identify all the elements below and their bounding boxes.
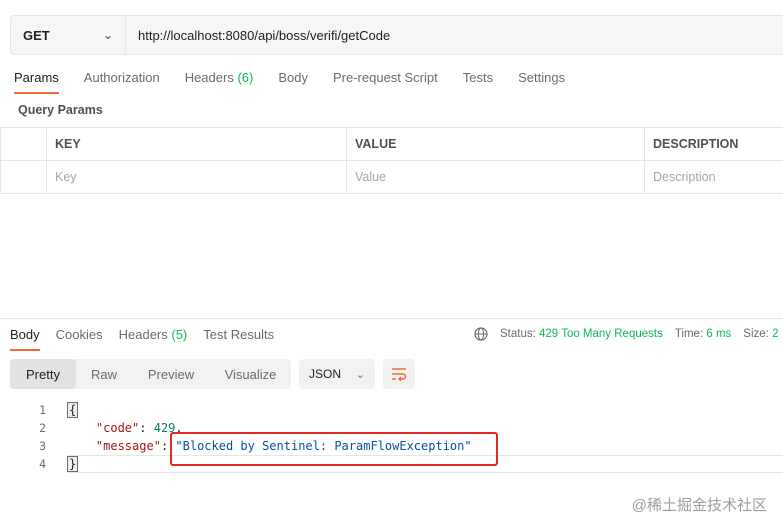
tab-label: Headers (118, 327, 168, 342)
response-tab-test-results[interactable]: Test Results (203, 327, 274, 351)
tab-params[interactable]: Params (14, 68, 59, 94)
format-select[interactable]: JSON ⌄ (299, 359, 375, 389)
url-input[interactable]: http://localhost:8080/api/boss/verifi/ge… (126, 16, 783, 54)
checkbox-column (0, 127, 47, 161)
tab-tests[interactable]: Tests (463, 68, 493, 94)
size-value: 2 (772, 328, 779, 340)
tab-label: Tests (462, 70, 494, 85)
method-select[interactable]: GET ⌄ (11, 16, 126, 54)
response-headers-count: (5) (171, 327, 188, 342)
code-line: 1 { (0, 401, 783, 419)
time-label: Time: (674, 328, 704, 340)
tab-settings[interactable]: Settings (518, 68, 565, 94)
view-raw-button[interactable]: Raw (76, 359, 132, 389)
response-status: Status: 429 Too Many Requests Time: 6 ms… (474, 327, 778, 341)
watermark: @稀土掘金技术社区 (631, 497, 767, 514)
json-key: "code" (95, 421, 140, 435)
format-label: JSON (309, 367, 342, 381)
table-header-row: KEY VALUE DESCRIPTION (0, 127, 783, 161)
view-mode-group: Pretty Raw Preview Visualize (10, 359, 291, 389)
description-input[interactable]: Description (644, 160, 783, 194)
tab-label: Test Results (203, 327, 275, 342)
view-visualize-button[interactable]: Visualize (210, 359, 291, 389)
json-sep: : (139, 421, 154, 435)
tab-authorization[interactable]: Authorization (84, 68, 160, 94)
headers-count: (6) (237, 70, 254, 85)
view-preview-button[interactable]: Preview (132, 359, 210, 389)
table-row: Key Value Description (0, 160, 783, 194)
line-number: 3 (39, 439, 46, 453)
code-text: } (67, 455, 79, 473)
wrap-lines-button[interactable] (383, 359, 415, 389)
tab-label: Headers (184, 70, 234, 85)
chevron-down-icon: ⌄ (355, 368, 365, 381)
chevron-down-icon: ⌄ (102, 28, 113, 42)
query-params-title: Query Params (18, 103, 103, 117)
code-text: "code": 429, (67, 419, 183, 437)
open-brace: { (67, 402, 79, 418)
key-input[interactable]: Key (46, 160, 347, 194)
tab-headers[interactable]: Headers (6) (185, 68, 254, 94)
size-label: Size: (743, 328, 769, 340)
tab-label: Authorization (83, 70, 160, 85)
wrap-lines-icon (392, 368, 407, 381)
request-tabs: Params Authorization Headers (6) Body Pr… (14, 68, 590, 94)
tab-label: Pre-request Script (332, 70, 438, 85)
column-description: DESCRIPTION (644, 127, 783, 161)
annotation-highlight-box (170, 432, 498, 466)
column-key: KEY (46, 127, 347, 161)
globe-icon[interactable] (474, 327, 488, 341)
status-label: Status: (500, 328, 536, 340)
close-brace: } (67, 456, 79, 472)
row-checkbox[interactable] (0, 160, 47, 194)
request-bar: GET ⌄ http://localhost:8080/api/boss/ver… (10, 15, 783, 55)
view-pretty-button[interactable]: Pretty (10, 359, 76, 389)
response-tab-body[interactable]: Body (10, 327, 40, 351)
status-value: 429 Too Many Requests (539, 328, 663, 340)
column-value: VALUE (346, 127, 645, 161)
response-divider (0, 318, 783, 319)
line-number: 2 (39, 421, 46, 435)
json-key: "message" (95, 439, 161, 453)
tab-body[interactable]: Body (278, 68, 308, 94)
tab-label: Body (278, 70, 308, 85)
method-label: GET (23, 27, 50, 43)
response-tab-cookies[interactable]: Cookies (56, 327, 103, 351)
line-number: 4 (39, 457, 46, 471)
code-text: { (67, 401, 79, 419)
tab-label: Params (14, 70, 59, 85)
response-tab-headers[interactable]: Headers (5) (119, 327, 188, 351)
time-value: 6 ms (706, 328, 732, 340)
value-input[interactable]: Value (346, 160, 645, 194)
tab-label: Settings (518, 70, 566, 85)
tab-label: Body (10, 327, 40, 342)
params-table: KEY VALUE DESCRIPTION Key Value Descript… (0, 127, 783, 194)
response-tabs: Body Cookies Headers (5) Test Results (10, 327, 290, 351)
tab-label: Cookies (55, 327, 103, 342)
line-number: 1 (39, 403, 46, 417)
tab-pre-request-script[interactable]: Pre-request Script (333, 68, 438, 94)
